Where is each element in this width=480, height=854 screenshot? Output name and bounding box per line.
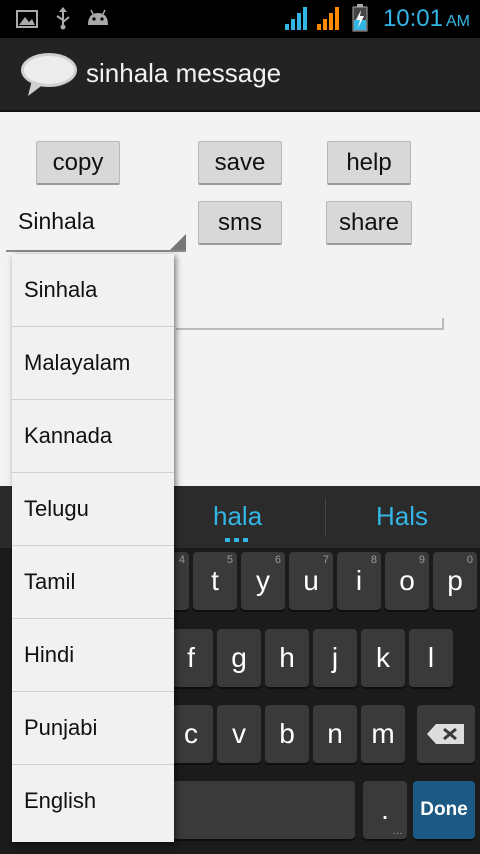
app-logo-icon: [21, 53, 77, 96]
dropdown-item-english[interactable]: English: [12, 765, 174, 838]
signal-icon-2: [317, 7, 339, 30]
dropdown-item-kannada[interactable]: Kannada: [12, 400, 174, 473]
spinner-selected-value: Sinhala: [18, 208, 95, 234]
suggestion-more-indicator: [225, 538, 249, 542]
dropdown-item-punjabi[interactable]: Punjabi: [12, 692, 174, 765]
suggestion-secondary[interactable]: Hals: [376, 501, 428, 532]
usb-icon: [56, 7, 70, 30]
share-button[interactable]: share: [326, 201, 412, 245]
done-key[interactable]: Done: [413, 781, 475, 839]
spinner-arrow-icon: [170, 234, 186, 250]
period-key[interactable]: .…: [363, 781, 407, 839]
key-k[interactable]: k: [361, 629, 405, 687]
key-m[interactable]: m: [361, 705, 405, 763]
key-sub: 4: [178, 554, 185, 566]
dropdown-item-tamil[interactable]: Tamil: [12, 546, 174, 619]
app-title: sinhala message: [86, 58, 282, 88]
space-key[interactable]: [169, 781, 355, 839]
dropdown-item-hindi[interactable]: Hindi: [12, 619, 174, 692]
language-dropdown: Sinhala Malayalam Kannada Telugu Tamil H…: [12, 254, 174, 842]
suggestion-primary[interactable]: hala: [213, 501, 262, 532]
dropdown-item-telugu[interactable]: Telugu: [12, 473, 174, 546]
language-spinner[interactable]: Sinhala: [6, 208, 186, 252]
suggestion-divider: [325, 498, 326, 536]
key-i[interactable]: i8: [337, 552, 381, 610]
key-h[interactable]: h: [265, 629, 309, 687]
clock-ampm: AM: [446, 13, 470, 30]
key-j[interactable]: j: [313, 629, 357, 687]
key-o[interactable]: o9: [385, 552, 429, 610]
message-input-edge: [442, 318, 444, 330]
key-c[interactable]: c: [169, 705, 213, 763]
key-u[interactable]: u7: [289, 552, 333, 610]
backspace-icon: [427, 724, 464, 744]
key-l[interactable]: l: [409, 629, 453, 687]
sms-button[interactable]: sms: [198, 201, 282, 245]
status-bar: 10:01 AM: [0, 0, 480, 38]
dropdown-item-sinhala[interactable]: Sinhala: [12, 254, 174, 327]
action-bar: sinhala message: [0, 38, 480, 112]
signal-icon-1: [285, 7, 307, 30]
help-button[interactable]: help: [327, 141, 411, 185]
dropdown-item-malayalam[interactable]: Malayalam: [12, 327, 174, 400]
key-p[interactable]: p0: [433, 552, 477, 610]
key-g[interactable]: g: [217, 629, 261, 687]
android-icon: [88, 9, 108, 25]
key-n[interactable]: n: [313, 705, 357, 763]
backspace-key[interactable]: [417, 705, 475, 763]
key-b[interactable]: b: [265, 705, 309, 763]
copy-button[interactable]: copy: [36, 141, 120, 185]
save-button[interactable]: save: [198, 141, 282, 185]
key-f[interactable]: f: [169, 629, 213, 687]
key-y[interactable]: y6: [241, 552, 285, 610]
battery-charging-icon: [352, 4, 368, 32]
message-input-underline[interactable]: [176, 328, 444, 330]
clock: 10:01 AM: [383, 5, 470, 33]
clock-time: 10:01: [382, 5, 443, 32]
image-icon: [16, 10, 38, 28]
key-t[interactable]: t5: [193, 552, 237, 610]
key-v[interactable]: v: [217, 705, 261, 763]
